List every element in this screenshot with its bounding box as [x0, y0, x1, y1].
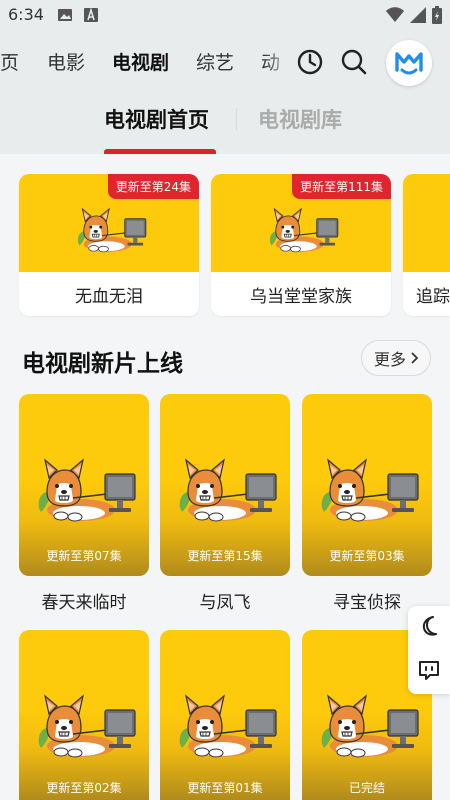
- tab-tv-series[interactable]: 电视剧: [112, 48, 169, 78]
- episode-status: 更新至第07集: [46, 549, 122, 563]
- featured-title: 追踪: [416, 287, 450, 307]
- tab-home[interactable]: 页: [0, 48, 19, 75]
- corgi-placeholder-image: [267, 206, 341, 254]
- signal-icon: [410, 7, 426, 23]
- app-logo-icon: [395, 52, 423, 75]
- series-card[interactable]: 更新至第07集: [19, 394, 149, 576]
- featured-title: 无血无泪: [75, 287, 143, 307]
- corgi-placeholder-image: [35, 692, 139, 760]
- episode-status: 已完结: [348, 781, 385, 795]
- subtab-tv-library[interactable]: 电视剧库: [258, 104, 342, 134]
- sub-tabs: 电视剧首页 电视剧库: [0, 94, 450, 154]
- dark-mode-moon-icon[interactable]: [417, 614, 441, 638]
- episode-status: 更新至第03集: [329, 549, 405, 563]
- corgi-placeholder-image: [318, 456, 422, 524]
- search-icon[interactable]: [340, 48, 368, 76]
- active-subtab-indicator: [104, 149, 216, 154]
- series-card[interactable]: 更新至第01集: [160, 630, 290, 800]
- subtab-divider: [236, 108, 237, 130]
- featured-card[interactable]: 更新至第111集 乌当堂堂家族: [211, 174, 391, 316]
- more-button[interactable]: 更多: [361, 340, 431, 376]
- tabs-fade: [264, 30, 294, 94]
- more-label: 更多: [373, 350, 406, 369]
- corgi-placeholder-image: [35, 456, 139, 524]
- tab-movies[interactable]: 电影: [47, 48, 85, 75]
- chevron-right-icon: [411, 352, 418, 364]
- featured-card[interactable]: 追踪: [403, 174, 450, 316]
- corgi-placeholder-image: [75, 206, 149, 254]
- series-card[interactable]: 更新至第02集: [19, 630, 149, 800]
- corgi-placeholder-image: [176, 456, 280, 524]
- wifi-icon: [386, 7, 404, 22]
- episode-status: 更新至第01集: [187, 781, 263, 795]
- tab-variety[interactable]: 综艺: [196, 48, 234, 75]
- floating-side-panel: [408, 606, 450, 694]
- series-title[interactable]: 春天来临时: [19, 588, 149, 613]
- battery-icon: [432, 6, 442, 24]
- category-tabs: 页 电影 电视剧 综艺 动: [0, 30, 290, 94]
- series-title[interactable]: 与凤飞: [160, 588, 290, 613]
- a-icon: [84, 8, 98, 22]
- episode-status: 更新至第15集: [187, 549, 263, 563]
- status-time: 6:34: [8, 5, 44, 24]
- subtab-tv-home[interactable]: 电视剧首页: [104, 104, 209, 134]
- corgi-placeholder-image: [176, 692, 280, 760]
- poster-image: [403, 174, 450, 272]
- image-icon: [58, 9, 72, 21]
- message-feedback-icon[interactable]: [417, 658, 441, 682]
- series-card[interactable]: 更新至第15集: [160, 394, 290, 576]
- update-badge: 更新至第24集: [107, 174, 199, 199]
- featured-card[interactable]: 更新至第24集 无血无泪: [19, 174, 199, 316]
- status-bar: 6:34: [0, 0, 450, 30]
- update-badge: 更新至第111集: [292, 174, 391, 199]
- series-card[interactable]: 更新至第03集: [302, 394, 432, 576]
- history-clock-icon[interactable]: [296, 48, 324, 76]
- corgi-placeholder-image: [318, 692, 422, 760]
- section-title: 电视剧新片上线: [22, 351, 183, 377]
- featured-title: 乌当堂堂家族: [250, 287, 352, 307]
- app-logo-avatar[interactable]: [386, 40, 432, 86]
- episode-status: 更新至第02集: [46, 781, 122, 795]
- top-navigation: 页 电影 电视剧 综艺 动: [0, 30, 450, 94]
